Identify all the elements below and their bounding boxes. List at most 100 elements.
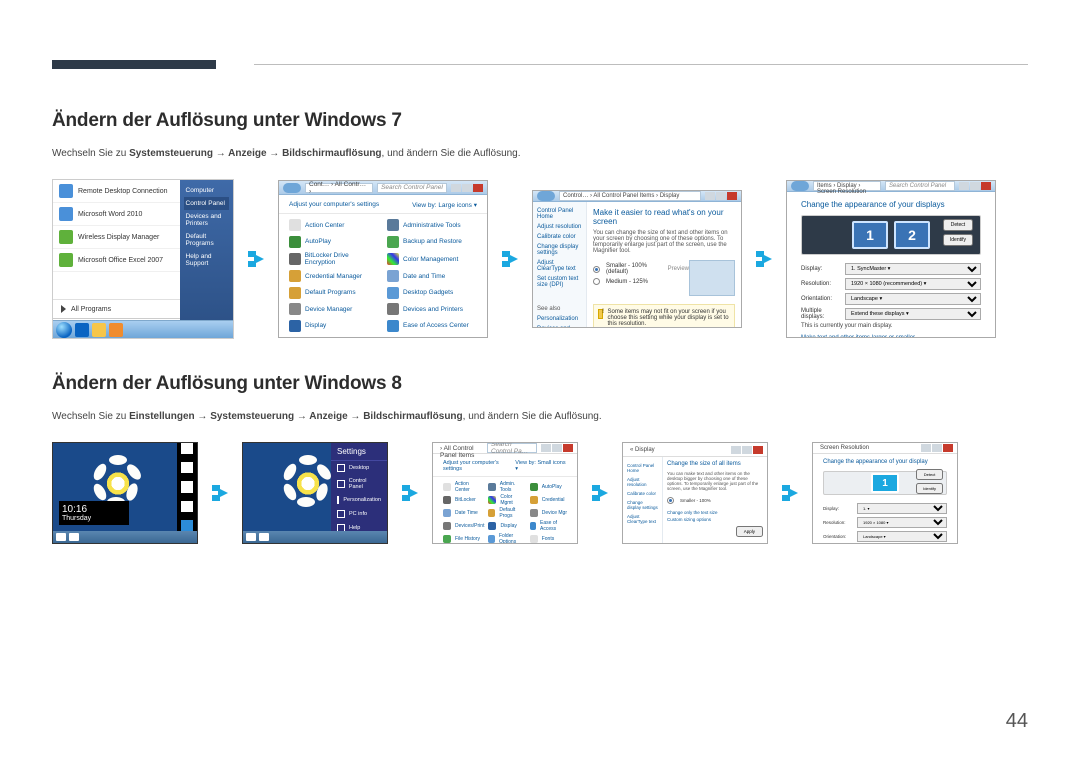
window-titlebar: Screen Resolution bbox=[813, 443, 957, 454]
instr-prefix: Wechseln Sie zu bbox=[52, 411, 129, 422]
cp-item: File History bbox=[443, 533, 484, 544]
instr-path: Systemsteuerung → Anzeige → Bildschirmau… bbox=[129, 148, 381, 159]
cp-items-grid: Action Center Administrative Tools AutoP… bbox=[279, 214, 487, 337]
cp-item-label: Display bbox=[305, 322, 326, 329]
default-programs-icon bbox=[289, 287, 301, 299]
cp-item: Action Center bbox=[289, 218, 379, 232]
settings-item-label: Desktop bbox=[349, 465, 369, 471]
control-panel-icon bbox=[337, 480, 345, 488]
instr-prefix: Wechseln Sie zu bbox=[52, 148, 129, 159]
cp-item-label: Backup and Restore bbox=[403, 238, 462, 245]
header-rule bbox=[254, 64, 1028, 65]
media-player-icon bbox=[109, 323, 123, 337]
scale-option: Medium - 125% bbox=[593, 278, 689, 285]
window-titlebar: « Display bbox=[623, 443, 767, 457]
instr-suffix: , und ändern Sie die Auflösung. bbox=[463, 411, 602, 422]
side-link: Set custom text size (DPI) bbox=[537, 274, 582, 290]
start-menu-right: Computer Control Panel Devices and Print… bbox=[180, 180, 233, 338]
window-buttons bbox=[731, 446, 763, 454]
screenshot-win7-control-panel: Cont… › All Contr… › Search Control Pane… bbox=[278, 180, 488, 338]
cp-header-text: Adjust your computer's settings bbox=[443, 460, 515, 472]
start-right-item-control-panel: Control Panel bbox=[184, 197, 229, 210]
cp-item: Fonts bbox=[530, 533, 567, 544]
search-field: Search Control Pa… bbox=[487, 443, 537, 453]
date-time-icon bbox=[387, 270, 399, 282]
cp-item: Action Center bbox=[443, 481, 484, 493]
settings-item-label: Control Panel bbox=[349, 478, 381, 490]
cp-item: Date and Time bbox=[387, 269, 477, 283]
device-manager-icon bbox=[289, 303, 301, 315]
window-titlebar: Cont… › All Contr… › Search Control Pane… bbox=[279, 181, 487, 195]
cp-item-label: Devices and Printers bbox=[403, 306, 463, 313]
gadgets-icon bbox=[387, 287, 399, 299]
window-buttons bbox=[959, 182, 991, 190]
screenshot-win8-control-panel: Control Panel › All Control Panel Items … bbox=[432, 442, 578, 544]
cp-header: Adjust your computer's settings View by:… bbox=[433, 454, 577, 477]
cp-item: Color Management bbox=[387, 251, 477, 267]
cp-item: Devices and Printers bbox=[387, 302, 477, 316]
resolution-links: Make text and other items larger or smal… bbox=[801, 335, 981, 338]
search-field: Search Control Panel bbox=[377, 183, 447, 193]
display-main: Make it easier to read what's on your sc… bbox=[587, 202, 741, 328]
link: Custom sizing options bbox=[667, 517, 763, 522]
side-link: Adjust ClearType text bbox=[537, 258, 582, 274]
start-menu-left: Remote Desktop Connection Microsoft Word… bbox=[53, 180, 180, 338]
charms-bar bbox=[177, 443, 197, 531]
apply-row: Apply bbox=[667, 526, 763, 537]
resolution-heading: Change the appearance of your display bbox=[823, 459, 947, 465]
side-link: Control Panel Home bbox=[627, 461, 658, 475]
link: Change only the text size bbox=[667, 510, 763, 515]
window-titlebar: All Control Panel Items › Display › Scre… bbox=[787, 181, 995, 192]
backup-icon bbox=[387, 236, 399, 248]
display-sidebar: Control Panel Home Adjust resolution Cal… bbox=[623, 457, 663, 543]
side-link: Calibrate color bbox=[537, 232, 582, 242]
detect-button: Detect bbox=[916, 469, 943, 480]
label-orientation: Orientation: bbox=[801, 296, 845, 302]
cp-item-label: Desktop Gadgets bbox=[403, 289, 453, 296]
cp-item: AutoPlay bbox=[530, 481, 567, 493]
cp-view-by: View by: Small icons ▾ bbox=[515, 460, 567, 472]
instr-path: Einstellungen → Systemsteuerung → Anzeig… bbox=[129, 411, 463, 422]
cp-item: Ease of Access bbox=[530, 520, 567, 532]
select-resolution: 1920 × 1080 (recommended) ▾ bbox=[845, 278, 981, 290]
settings-item: Desktop bbox=[331, 461, 387, 475]
warning-icon bbox=[598, 309, 603, 319]
side-link: Calibrate color bbox=[627, 489, 658, 498]
window-titlebar: Control Panel › All Control Panel Items … bbox=[433, 443, 577, 454]
monitor-1-icon: 1 bbox=[852, 221, 888, 249]
arrow-right-icon bbox=[208, 481, 232, 505]
side-link: Change display settings bbox=[537, 242, 582, 258]
label-resolution: Resolution: bbox=[801, 281, 845, 287]
label-orientation: Orientation: bbox=[823, 534, 857, 539]
arrow-right-icon bbox=[778, 481, 802, 505]
cp-item-label: AutoPlay bbox=[305, 238, 331, 245]
cp-item: Desktop Gadgets bbox=[387, 286, 477, 300]
start-item: Wireless Display Manager bbox=[53, 226, 180, 249]
resolution-main: Change the appearance of your display 1 … bbox=[813, 454, 957, 544]
cp-item-label: Default Programs bbox=[305, 289, 356, 296]
arrow-right-icon bbox=[498, 247, 522, 271]
cp-item: Device Mgr bbox=[530, 507, 567, 519]
settings-item: Personalization bbox=[331, 493, 387, 507]
cp-item: Admin. Tools bbox=[488, 481, 525, 493]
address-bar: « Display bbox=[627, 445, 727, 455]
display-heading: Change the size of all items bbox=[667, 461, 763, 467]
section-win7: Ändern der Auflösung unter Windows 7 Wec… bbox=[52, 110, 1028, 339]
start-orb-icon bbox=[56, 322, 72, 338]
display-icon bbox=[289, 320, 301, 332]
action-center-icon bbox=[289, 219, 301, 231]
cp-item: Display bbox=[289, 319, 379, 333]
header-accent-bar bbox=[52, 60, 216, 69]
row-orientation: Orientation:Landscape ▾ bbox=[823, 531, 947, 542]
cp-item: Administrative Tools bbox=[387, 218, 477, 232]
option-label: Smaller - 100% (default) bbox=[606, 263, 654, 275]
address-bar: Screen Resolution bbox=[817, 443, 917, 453]
wallpaper-daisy bbox=[283, 461, 333, 511]
win8-taskbar bbox=[243, 531, 387, 543]
search-field: Search Control Panel bbox=[885, 181, 955, 191]
nav-back-forward-icon bbox=[791, 181, 809, 191]
settings-pane: Settings Desktop Control Panel Personali… bbox=[331, 443, 387, 531]
window-buttons bbox=[451, 184, 483, 192]
select-orientation: Landscape ▾ bbox=[857, 531, 947, 542]
all-programs-label: All Programs bbox=[71, 306, 111, 313]
